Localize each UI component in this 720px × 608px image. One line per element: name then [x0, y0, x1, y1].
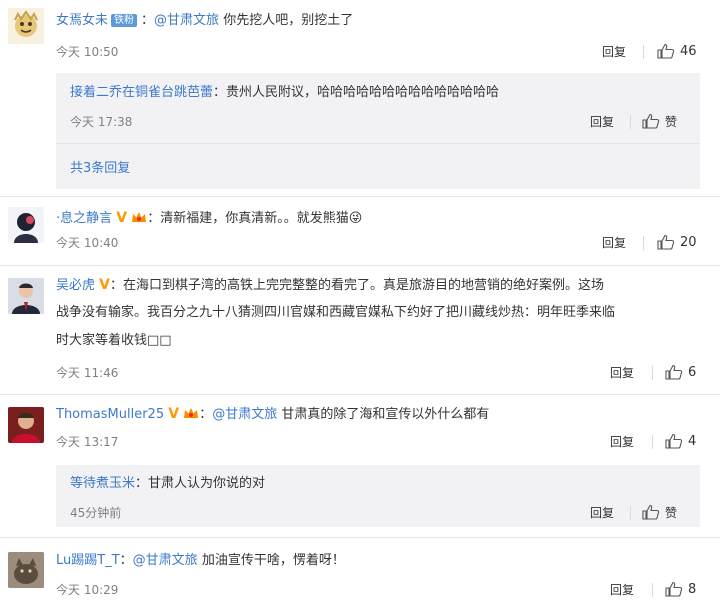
divider [630, 115, 631, 129]
comment-line: Lu踢踢T_T：@甘肃文旅 加油宣传干啥，愣着呀！ [56, 553, 345, 568]
avatar-image [8, 407, 44, 443]
avatar-image [8, 8, 44, 44]
comment-item: Lu踢踢T_T：@甘肃文旅 加油宣传干啥，愣着呀！ 今天 10:29 回复 8 [0, 538, 720, 608]
comment-line: 吴必虎 V：在海口到棋子湾的高铁上完完整整的看完了。真是旅游目的地营销的绝好案例… [56, 277, 605, 293]
sub-reply-button[interactable]: 回复 [590, 505, 614, 521]
reply-button[interactable]: 回复 [610, 582, 634, 598]
comment-text: 你先挖人吧，别挖土了 [223, 13, 354, 28]
username-link[interactable]: ·息之静言 [56, 211, 112, 226]
avatar-image [8, 278, 44, 314]
vip-v-icon: V [99, 277, 110, 293]
thumbs-up-icon[interactable] [665, 581, 683, 597]
divider [56, 143, 700, 144]
sub-reply-text: 甘肃人认为你说的对 [148, 476, 266, 491]
more-replies-link[interactable]: 共3条回复 [70, 157, 130, 176]
comment-item: 女焉女未 铁粉 ：@甘肃文旅 你先挖人吧，别挖土了 今天 10:50 回复 46 接… [0, 0, 720, 196]
divider [652, 435, 653, 449]
comment-time: 今天 11:46 [56, 366, 119, 380]
divider [652, 583, 653, 597]
divider [652, 366, 653, 380]
avatar-image [8, 552, 44, 588]
mention-link[interactable]: @甘肃文旅 [154, 13, 219, 28]
like-count: 6 [688, 365, 697, 380]
vip-v-icon: V [168, 406, 180, 422]
username-link[interactable]: 女焉女未 [56, 13, 108, 28]
comment-text-line: 在海口到棋子湾的高铁上完完整整的看完了。真是旅游目的地营销的绝好案例。这场 [123, 278, 605, 293]
comment-text: 甘肃真的除了海和宣传以外什么都有 [281, 407, 490, 422]
comment-line: ThomasMuller25 V ：@甘肃文旅 甘肃真的除了海和宣传以外什么都有 [56, 406, 490, 422]
sub-reply-line: 接着二乔在铜雀台跳芭蕾：贵州人民附议，哈哈哈哈哈哈哈哈哈哈哈哈哈哈 [70, 85, 500, 100]
comment-time: 今天 10:29 [56, 583, 119, 597]
reply-button[interactable]: 回复 [610, 365, 634, 381]
sub-reply-time: 45分钟前 [70, 506, 122, 520]
sub-reply-line: 等待煮玉米：甘肃人认为你说的对 [70, 476, 266, 491]
comment-item: ·息之静言 V ：清新福建，你真清新。。就发熊猫😜 今天 10:40 回复 20 [0, 197, 720, 267]
crown-icon [184, 408, 199, 418]
like-count: 8 [688, 582, 697, 597]
sub-username-link[interactable]: 接着二乔在铜雀台跳芭蕾 [70, 85, 213, 100]
comment-time: 今天 10:50 [56, 45, 119, 59]
like-count: 4 [688, 434, 697, 449]
sub-reply-text: 贵州人民附议，哈哈哈哈哈哈哈哈哈哈哈哈哈哈 [226, 85, 500, 100]
fan-badge: 铁粉 [111, 14, 138, 27]
thumbs-up-icon[interactable] [657, 43, 675, 59]
like-count: 20 [680, 235, 697, 250]
like-count: 46 [680, 44, 697, 59]
sub-reply-box: 等待煮玉米：甘肃人认为你说的对 45分钟前 回复 赞 [56, 465, 700, 527]
thumbs-up-icon[interactable] [665, 364, 683, 380]
thumbs-up-icon[interactable] [665, 433, 683, 449]
comment-text-line: 战争没有输家。我百分之九十八猜测四川官媒和西藏官媒私下约好了把川藏线炒热：明年旺… [56, 305, 616, 320]
divider [643, 45, 644, 59]
reply-button[interactable]: 回复 [602, 235, 626, 251]
thumbs-up-icon[interactable] [657, 234, 675, 250]
avatar-image [8, 207, 44, 243]
username-link[interactable]: ThomasMuller25 [56, 407, 164, 422]
reply-button[interactable]: 回复 [602, 44, 626, 60]
sub-reply-time: 今天 17:38 [70, 115, 133, 129]
avatar[interactable] [8, 407, 44, 443]
mention-link[interactable]: @甘肃文旅 [133, 553, 198, 568]
crown-icon [132, 212, 147, 222]
comment-time: 今天 10:40 [56, 236, 119, 250]
comment-text: 加油宣传干啥，愣着呀！ [201, 553, 345, 568]
reply-button[interactable]: 回复 [610, 434, 634, 450]
avatar[interactable] [8, 278, 44, 314]
thumbs-up-icon[interactable] [642, 504, 660, 520]
sub-reply-box: 接着二乔在铜雀台跳芭蕾：贵州人民附议，哈哈哈哈哈哈哈哈哈哈哈哈哈哈 今天 17:… [56, 73, 700, 189]
username-link[interactable]: Lu踢踢T_T [56, 553, 120, 568]
comment-text-line: 时大家等着收钱□□ [56, 333, 172, 348]
comment-line: ·息之静言 V ：清新福建，你真清新。。就发熊猫😜 [56, 210, 363, 226]
divider [630, 506, 631, 520]
comment-text: 清新福建，你真清新。。就发熊猫😜 [160, 211, 363, 226]
thumbs-up-icon[interactable] [642, 113, 660, 129]
comment-line: 女焉女未 铁粉 ：@甘肃文旅 你先挖人吧，别挖土了 [56, 13, 354, 28]
comment-item: 吴必虎 V：在海口到棋子湾的高铁上完完整整的看完了。真是旅游目的地营销的绝好案例… [0, 266, 720, 396]
avatar[interactable] [8, 8, 44, 44]
like-label[interactable]: 赞 [665, 114, 677, 130]
like-label[interactable]: 赞 [665, 505, 677, 521]
comment-time: 今天 13:17 [56, 435, 119, 449]
avatar[interactable] [8, 552, 44, 588]
comment-item: ThomasMuller25 V ：@甘肃文旅 甘肃真的除了海和宣传以外什么都有… [0, 395, 720, 535]
sub-username-link[interactable]: 等待煮玉米 [70, 476, 135, 491]
avatar[interactable] [8, 207, 44, 243]
sub-reply-button[interactable]: 回复 [590, 114, 614, 130]
mention-link[interactable]: @甘肃文旅 [212, 407, 277, 422]
vip-v-icon: V [116, 210, 128, 226]
divider [643, 236, 644, 250]
username-link[interactable]: 吴必虎 [56, 278, 95, 293]
